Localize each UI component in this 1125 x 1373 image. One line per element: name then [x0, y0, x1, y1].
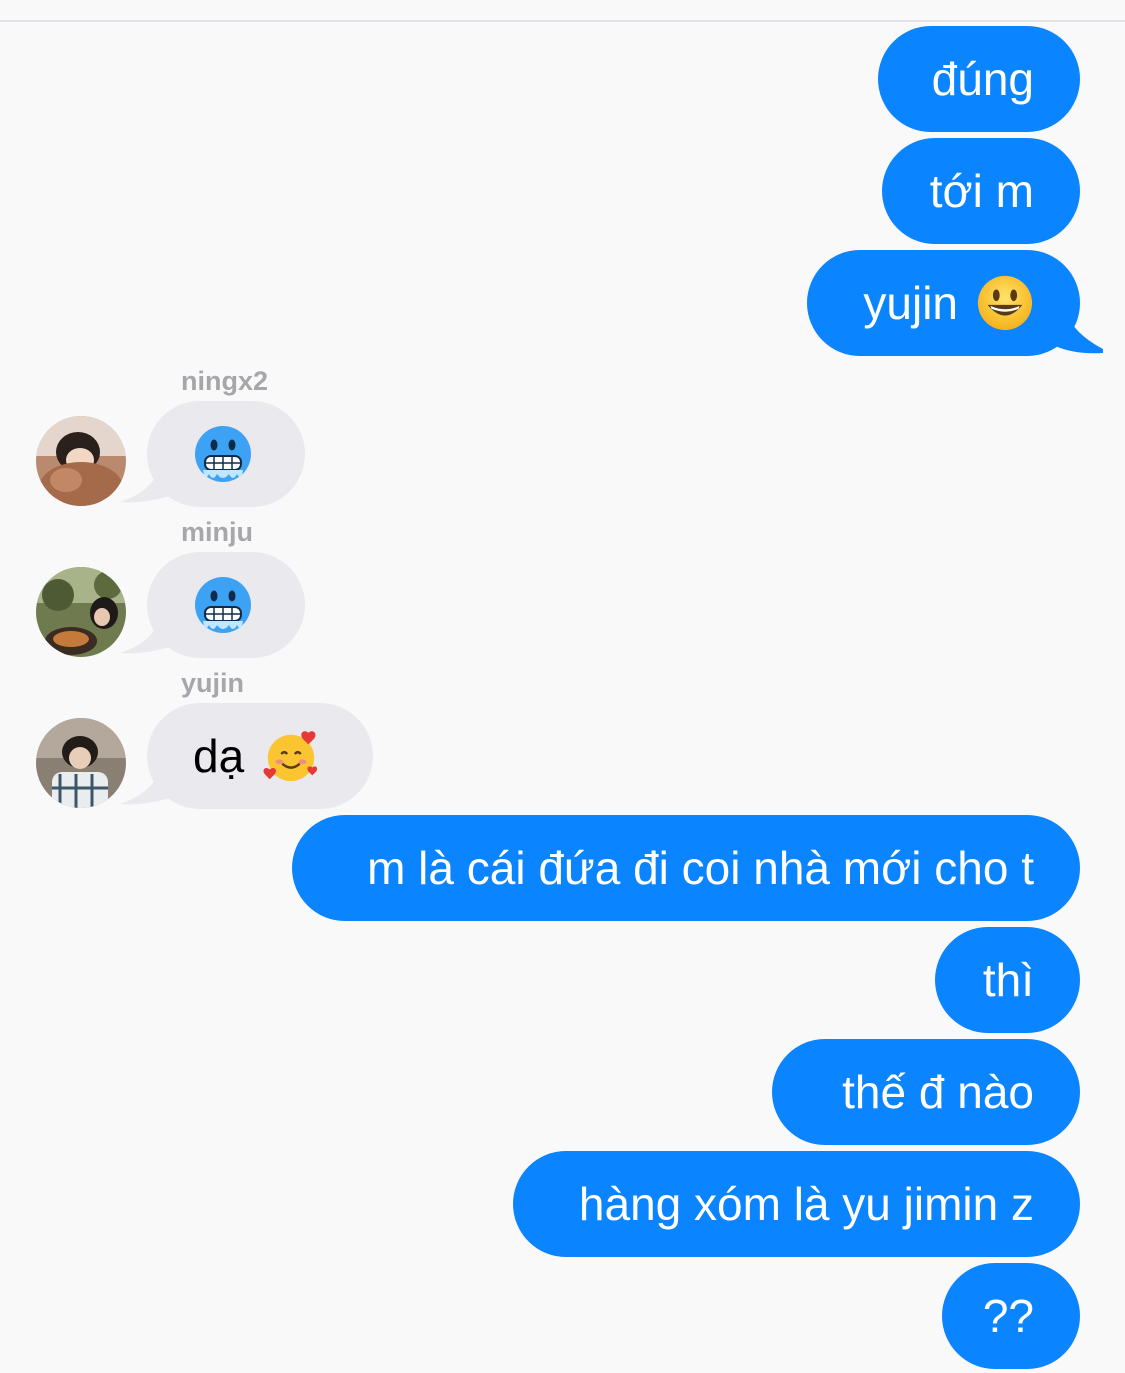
message-bubble-outgoing[interactable]: m là cái đứa đi coi nhà mới cho t — [292, 815, 1080, 921]
avatar[interactable] — [36, 416, 126, 506]
smiling-face-with-hearts-icon — [263, 731, 318, 782]
message-bubble-outgoing[interactable]: hàng xóm là yu jimin z — [513, 1151, 1080, 1257]
grinning-face-icon — [977, 275, 1033, 331]
message-text: thì — [982, 954, 1034, 1006]
avatar-photo — [36, 718, 126, 808]
message-text: ?? — [982, 1290, 1034, 1342]
message-bubble-incoming[interactable] — [147, 552, 305, 658]
message-bubble-incoming[interactable] — [147, 401, 305, 507]
message-bubble-outgoing[interactable]: yujin — [807, 250, 1080, 356]
bubble-tail-outgoing — [1043, 299, 1103, 354]
message-text: yujin — [863, 277, 958, 329]
message-text: tới m — [929, 165, 1034, 217]
message-bubble-outgoing[interactable]: tới m — [882, 138, 1080, 244]
cold-face-icon — [195, 577, 251, 633]
sender-name: ningx2 — [181, 366, 269, 396]
avatar[interactable] — [36, 718, 126, 808]
sender-name: minju — [181, 517, 253, 547]
message-text: dạ — [193, 730, 245, 782]
message-text: hàng xóm là yu jimin z — [578, 1178, 1034, 1230]
message-text: m là cái đứa đi coi nhà mới cho t — [367, 842, 1034, 894]
message-bubble-outgoing[interactable]: ?? — [942, 1263, 1080, 1369]
message-bubble-incoming[interactable]: dạ — [147, 703, 373, 809]
sender-name: yujin — [181, 668, 245, 698]
avatar-photo — [36, 416, 126, 506]
top-divider — [0, 0, 1125, 22]
avatar-photo — [36, 567, 126, 657]
message-bubble-outgoing[interactable]: đúng — [878, 26, 1080, 132]
message-bubble-outgoing[interactable]: thì — [935, 927, 1080, 1033]
cold-face-icon — [195, 426, 251, 482]
message-text: thế đ nào — [842, 1066, 1034, 1118]
message-bubble-outgoing[interactable]: thế đ nào — [772, 1039, 1080, 1145]
message-text: đúng — [931, 53, 1034, 105]
avatar[interactable] — [36, 567, 126, 657]
